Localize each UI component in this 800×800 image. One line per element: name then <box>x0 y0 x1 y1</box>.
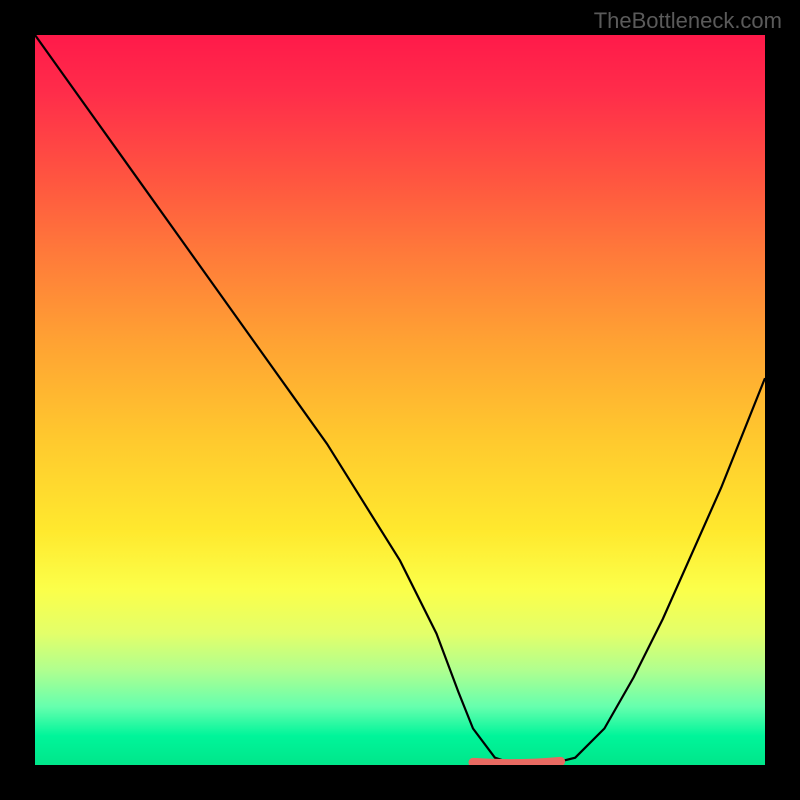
highlight-segment <box>473 761 561 763</box>
plot-area <box>35 35 765 765</box>
watermark-text: TheBottleneck.com <box>594 8 782 34</box>
bottleneck-curve <box>35 35 765 765</box>
chart-container: TheBottleneck.com <box>0 0 800 800</box>
curve-svg <box>35 35 765 765</box>
